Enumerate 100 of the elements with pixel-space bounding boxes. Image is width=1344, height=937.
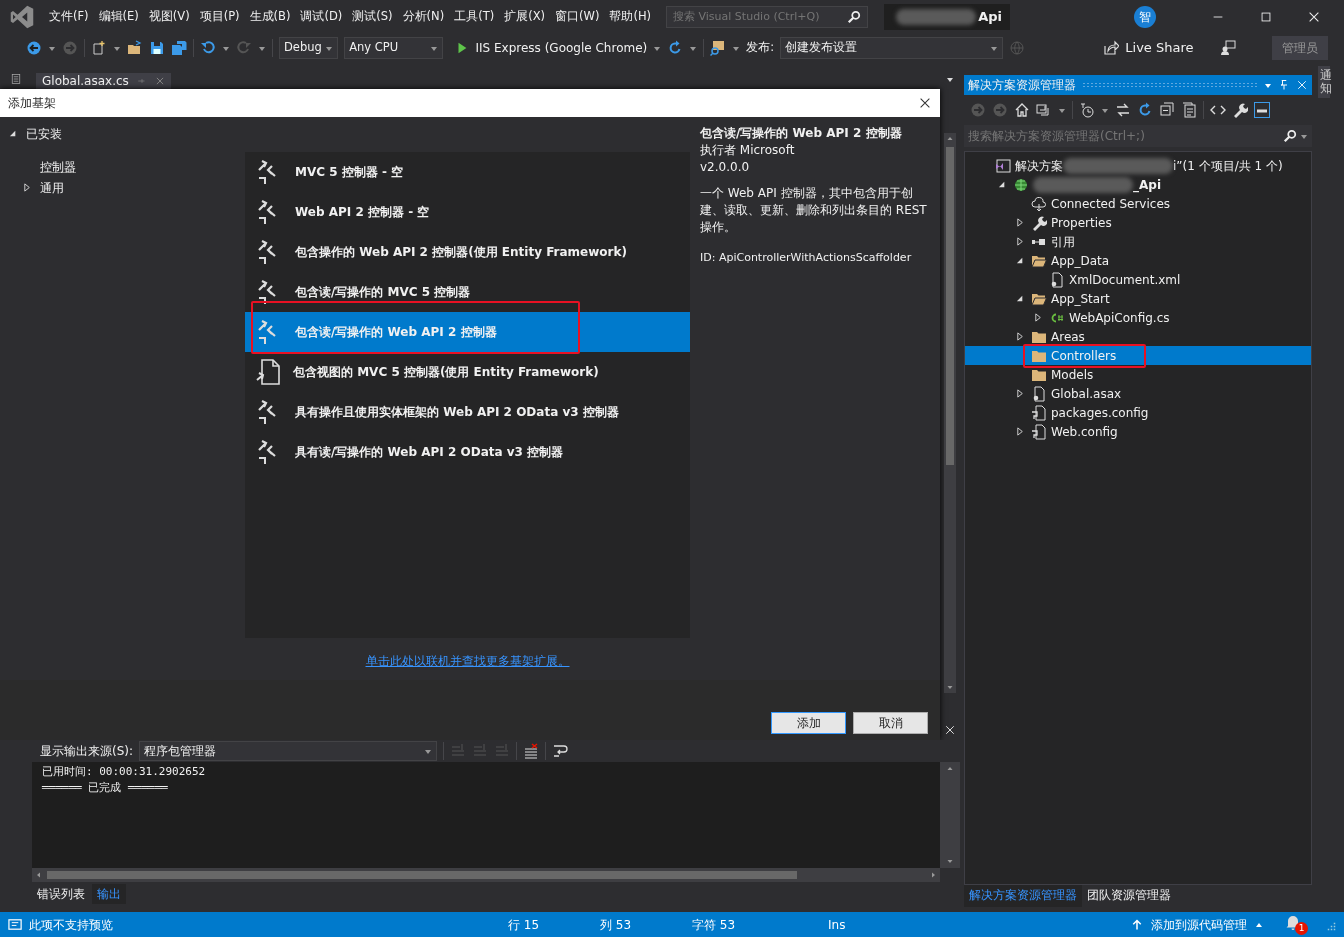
panel-tab[interactable]: 团队资源管理器 [1082, 885, 1176, 907]
expand-arrow-icon[interactable] [1015, 237, 1025, 246]
menu-item[interactable]: 生成(B) [244, 8, 296, 26]
home-icon[interactable] [1014, 102, 1030, 118]
menu-item[interactable]: 分析(N) [397, 8, 450, 26]
template-item[interactable]: MVC 5 控制器 - 空 [245, 152, 690, 192]
tree-item[interactable]: Web.config [965, 422, 1311, 441]
tree-item[interactable]: Models [965, 365, 1311, 384]
tree-item[interactable]: Connected Services [965, 194, 1311, 213]
tree-item[interactable]: Areas [965, 327, 1311, 346]
new-project-icon[interactable] [91, 40, 107, 56]
open-folder-icon[interactable] [127, 40, 143, 56]
search-input[interactable]: 搜索解决方案资源管理器(Ctrl+;) [968, 127, 1248, 145]
template-item[interactable]: 包含操作的 Web API 2 控制器(使用 Entity Framework) [245, 232, 690, 272]
caret-icon[interactable] [1101, 106, 1109, 114]
menu-item[interactable]: 窗口(W) [550, 8, 605, 26]
tree-item[interactable]: 引用 [965, 232, 1311, 251]
search-field[interactable]: 搜索解决方案资源管理器(Ctrl+;) [964, 125, 1312, 147]
collapse-arrow-icon[interactable] [1015, 294, 1025, 303]
switch-views-icon[interactable] [1036, 102, 1052, 118]
tree-item[interactable]: 控制器 [38, 157, 78, 176]
caret-icon[interactable] [689, 44, 698, 52]
live-share-button[interactable]: Live Share [1103, 38, 1194, 58]
expand-arrow-icon[interactable] [1033, 313, 1043, 322]
expand-arrow-icon[interactable] [1015, 218, 1025, 227]
collapse-all-icon[interactable] [1159, 102, 1175, 118]
server-explorer-icon[interactable] [10, 71, 22, 87]
tree-item[interactable]: Global.asax [965, 384, 1311, 403]
scrollbar[interactable] [32, 868, 940, 882]
publish-profile-dropdown[interactable]: 创建发布设置 [780, 37, 1004, 59]
tree-item[interactable]: _Api [965, 175, 1311, 194]
template-item[interactable]: 包含读/写操作的 Web API 2 控制器 [245, 312, 690, 352]
caret-icon[interactable] [113, 44, 121, 52]
pin-icon[interactable] [1278, 78, 1290, 92]
expand-arrow-icon[interactable] [1015, 332, 1025, 341]
tree-item[interactable]: App_Data [965, 251, 1311, 270]
expand-arrow-icon[interactable] [22, 183, 32, 192]
scrollbar[interactable] [940, 762, 960, 868]
properties-icon[interactable] [1232, 102, 1248, 118]
tree-item[interactable]: packages.config [965, 403, 1311, 422]
caret-icon[interactable] [653, 44, 662, 52]
notifications-button[interactable]: 1 [1285, 914, 1308, 935]
caret-icon[interactable] [48, 44, 56, 52]
save-icon[interactable] [149, 40, 165, 56]
document-tab[interactable]: Global.asax.cs [36, 73, 171, 89]
platform-dropdown[interactable]: Any CPU [344, 37, 444, 59]
template-item[interactable]: 包含读/写操作的 MVC 5 控制器 [245, 272, 690, 312]
publish-icon[interactable] [710, 40, 727, 56]
expand-arrow-icon[interactable] [1015, 427, 1025, 436]
tree-item[interactable]: Controllers [965, 346, 1311, 365]
dropdown-icon[interactable] [1264, 81, 1272, 89]
menu-item[interactable]: 扩展(X) [499, 8, 551, 26]
tree-item[interactable]: XmlDocument.xml [965, 270, 1311, 289]
run-button[interactable]: IIS Express (Google Chrome) [455, 39, 648, 57]
maximize-icon[interactable] [1259, 10, 1273, 24]
sync-icon[interactable] [1115, 102, 1131, 118]
tree-item[interactable]: WebApiConfig.cs [965, 308, 1311, 327]
caret-icon[interactable] [222, 44, 230, 52]
dropdown-icon[interactable] [946, 75, 954, 83]
menu-item[interactable]: 编辑(E) [93, 8, 144, 26]
template-item[interactable]: 具有读/写操作的 Web API 2 OData v3 控制器 [245, 432, 690, 472]
caret-icon[interactable] [258, 44, 266, 52]
close-icon[interactable] [1307, 10, 1321, 24]
tree-item[interactable]: App_Start [965, 289, 1311, 308]
caret-icon[interactable] [732, 44, 741, 52]
menu-item[interactable]: 测试(S) [347, 8, 398, 26]
menu-item[interactable]: 调试(D) [295, 8, 348, 26]
pending-changes-icon[interactable] [1079, 102, 1095, 118]
tree-item[interactable]: 通用 [38, 178, 66, 197]
clear-all-icon[interactable] [523, 743, 540, 759]
close-icon[interactable] [944, 724, 956, 736]
search-input[interactable]: 搜索 Visual Studio (Ctrl+Q) [673, 8, 848, 26]
menu-item[interactable]: 文件(F) [44, 8, 94, 26]
show-all-files-icon[interactable] [1181, 102, 1197, 118]
feedback-icon[interactable] [1219, 40, 1236, 56]
configuration-dropdown[interactable]: Debug [279, 37, 339, 59]
collapse-arrow-icon[interactable] [1015, 256, 1025, 265]
expand-arrow-icon[interactable] [1015, 389, 1025, 398]
template-item[interactable]: 包含视图的 MVC 5 控制器(使用 Entity Framework) [245, 352, 690, 392]
online-link[interactable]: 单击此处以联机并查找更多基架扩展。 [365, 652, 570, 670]
menu-item[interactable]: 项目(P) [194, 8, 245, 26]
search-icon[interactable] [847, 10, 862, 24]
tree-item[interactable]: 解决方案 i”(1 个项目/共 1 个) [965, 156, 1311, 175]
side-tab[interactable]: 通知 [1318, 66, 1330, 99]
source-control-button[interactable]: 添加到源代码管理 [1131, 915, 1263, 934]
panel-tab[interactable]: 解决方案资源管理器 [964, 885, 1082, 907]
undo-icon[interactable] [200, 40, 216, 56]
menu-item[interactable]: 视图(V) [143, 8, 195, 26]
word-wrap-icon[interactable] [552, 743, 569, 759]
cancel-button[interactable]: 取消 [853, 712, 928, 734]
source-dropdown[interactable]: 程序包管理器 [139, 741, 438, 761]
template-item[interactable]: 具有操作且使用实体框架的 Web API 2 OData v3 控制器 [245, 392, 690, 432]
avatar[interactable]: 智 [1134, 6, 1156, 28]
template-item[interactable]: Web API 2 控制器 - 空 [245, 192, 690, 232]
search-field[interactable]: 搜索 Visual Studio (Ctrl+Q) [666, 6, 869, 28]
add-button[interactable]: 添加 [771, 712, 846, 734]
save-all-icon[interactable] [171, 40, 187, 56]
collapse-arrow-icon[interactable] [997, 180, 1007, 189]
tree-item[interactable]: Properties [965, 213, 1311, 232]
scrollbar[interactable] [944, 133, 956, 693]
